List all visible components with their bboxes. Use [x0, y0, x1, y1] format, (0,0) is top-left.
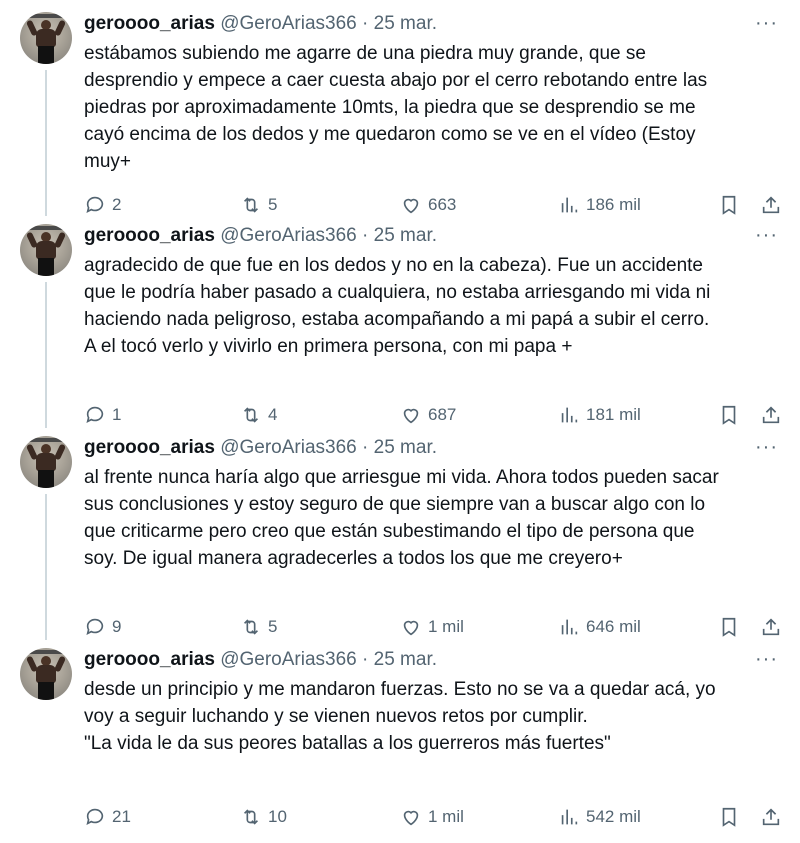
- like-count: 687: [428, 405, 457, 424]
- heart-icon: [403, 810, 419, 826]
- bookmark-button[interactable]: [718, 616, 740, 638]
- bookmark-button[interactable]: [718, 806, 740, 828]
- thread-connector: [45, 282, 47, 428]
- views-count: 646 mil: [586, 617, 641, 636]
- retweet-icon: [243, 407, 259, 423]
- avatar[interactable]: [20, 436, 72, 488]
- views-button[interactable]: 646 mil: [558, 616, 641, 638]
- separator: ·: [362, 437, 369, 458]
- like-button[interactable]: 1 mil: [400, 806, 464, 828]
- tweet-date[interactable]: 25 mar.: [374, 225, 437, 246]
- avatar[interactable]: [20, 648, 72, 700]
- views-icon: [561, 407, 578, 423]
- like-button[interactable]: 1 mil: [400, 616, 464, 638]
- bookmark-icon: [722, 617, 736, 637]
- tweet[interactable]: geroooo_arias @GeroArias366 · 25 mar. ··…: [0, 424, 800, 640]
- retweet-count: 4: [268, 405, 278, 424]
- thread-connector: [45, 70, 47, 216]
- reply-count: 9: [112, 617, 122, 636]
- separator: ·: [362, 649, 369, 670]
- display-name[interactable]: geroooo_arias: [84, 13, 215, 34]
- tweet[interactable]: geroooo_arias @GeroArias366 · 25 mar. ··…: [0, 636, 800, 843]
- user-handle[interactable]: @GeroArias366: [220, 225, 357, 246]
- avatar[interactable]: [20, 224, 72, 276]
- tweet-header: geroooo_arias @GeroArias366 · 25 mar.: [84, 436, 437, 460]
- separator: ·: [362, 225, 369, 246]
- tweet[interactable]: geroooo_arias @GeroArias366 · 25 mar. ··…: [0, 212, 800, 428]
- reply-count: 1: [112, 405, 122, 424]
- avatar[interactable]: [20, 12, 72, 64]
- views-button[interactable]: 181 mil: [558, 404, 641, 426]
- tweet-date[interactable]: 25 mar.: [374, 649, 437, 670]
- tweet-text: agradecido de que fue en los dedos y no …: [84, 255, 711, 357]
- tweet-date[interactable]: 25 mar.: [374, 437, 437, 458]
- retweet-button[interactable]: 5: [240, 616, 277, 638]
- retweet-count: 10: [268, 807, 287, 826]
- reply-count: 21: [112, 807, 131, 826]
- heart-icon: [403, 620, 419, 636]
- more-icon[interactable]: ···: [755, 224, 778, 247]
- like-count: 1 mil: [428, 617, 464, 636]
- display-name[interactable]: geroooo_arias: [84, 437, 215, 458]
- share-icon: [762, 406, 780, 424]
- share-icon: [762, 618, 780, 636]
- tweet-text: estábamos subiendo me agarre de una pied…: [84, 43, 708, 172]
- retweet-icon: [243, 809, 259, 825]
- user-handle[interactable]: @GeroArias366: [220, 13, 357, 34]
- retweet-count: 5: [268, 617, 278, 636]
- thread-connector: [45, 494, 47, 640]
- tweet[interactable]: geroooo_arias @GeroArias366 · 25 mar. ··…: [0, 0, 800, 216]
- more-icon[interactable]: ···: [755, 648, 778, 671]
- views-button[interactable]: 542 mil: [558, 806, 641, 828]
- retweet-button[interactable]: 4: [240, 404, 277, 426]
- share-button[interactable]: [760, 616, 782, 638]
- tweet-text: desde un principio y me mandaron fuerzas…: [84, 679, 716, 754]
- tweet-header: geroooo_arias @GeroArias366 · 25 mar.: [84, 12, 437, 36]
- tweet-header: geroooo_arias @GeroArias366 · 25 mar.: [84, 224, 437, 248]
- views-count: 542 mil: [586, 807, 641, 826]
- tweet-thread: geroooo_arias @GeroArias366 · 25 mar. ··…: [0, 0, 800, 843]
- share-button[interactable]: [760, 404, 782, 426]
- heart-icon: [403, 408, 419, 424]
- tweet-date[interactable]: 25 mar.: [374, 13, 437, 34]
- more-icon[interactable]: ···: [755, 12, 778, 35]
- share-button[interactable]: [760, 806, 782, 828]
- bookmark-icon: [722, 807, 736, 827]
- bookmark-icon: [722, 405, 736, 425]
- retweet-button[interactable]: 10: [240, 806, 287, 828]
- display-name[interactable]: geroooo_arias: [84, 649, 215, 670]
- reply-button[interactable]: 21: [84, 806, 131, 828]
- bookmark-button[interactable]: [718, 404, 740, 426]
- tweet-header: geroooo_arias @GeroArias366 · 25 mar.: [84, 648, 437, 672]
- reply-button[interactable]: 1: [84, 404, 121, 426]
- reply-icon: [86, 808, 104, 825]
- reply-icon: [86, 618, 104, 635]
- like-button[interactable]: 687: [400, 404, 456, 426]
- separator: ·: [362, 13, 369, 34]
- more-icon[interactable]: ···: [755, 436, 778, 459]
- display-name[interactable]: geroooo_arias: [84, 225, 215, 246]
- user-handle[interactable]: @GeroArias366: [220, 437, 357, 458]
- views-icon: [561, 809, 578, 825]
- views-icon: [561, 619, 578, 635]
- tweet-text: al frente nunca haría algo que arriesgue…: [84, 467, 719, 569]
- views-count: 181 mil: [586, 405, 641, 424]
- reply-icon: [86, 406, 104, 423]
- reply-button[interactable]: 9: [84, 616, 121, 638]
- tweet-actions: 21 10 1 mil 542 mil: [84, 806, 784, 830]
- retweet-icon: [243, 619, 259, 635]
- share-icon: [762, 808, 780, 826]
- like-count: 1 mil: [428, 807, 464, 826]
- user-handle[interactable]: @GeroArias366: [220, 649, 357, 670]
